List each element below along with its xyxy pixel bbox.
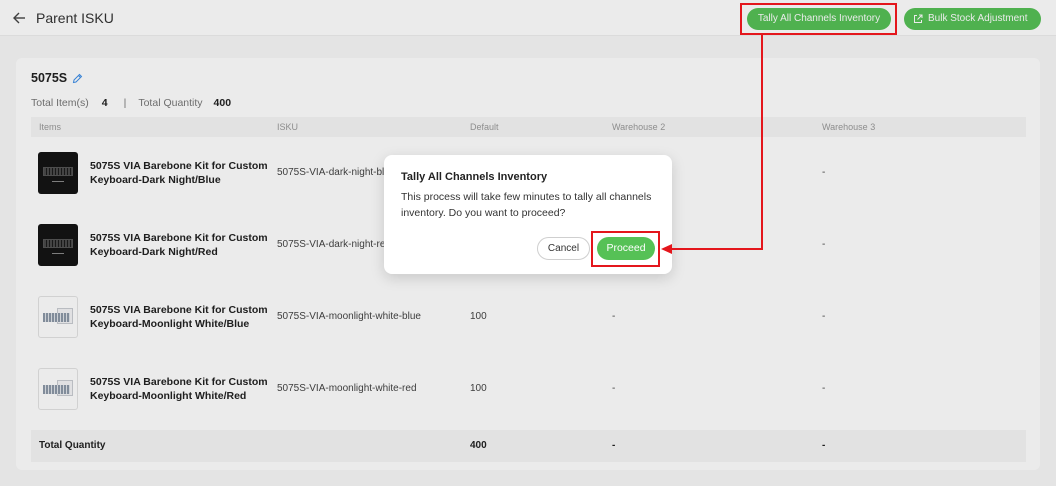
page: Parent ISKU Tally All Channels Inventory… — [0, 0, 1056, 486]
proceed-button[interactable]: Proceed — [597, 237, 655, 260]
cancel-button[interactable]: Cancel — [537, 237, 590, 260]
dialog-title: Tally All Channels Inventory — [401, 171, 548, 183]
tally-confirm-dialog: Tally All Channels Inventory This proces… — [384, 155, 672, 274]
dialog-actions: Cancel Proceed — [401, 237, 655, 260]
dialog-message: This process will take few minutes to ta… — [401, 191, 652, 219]
